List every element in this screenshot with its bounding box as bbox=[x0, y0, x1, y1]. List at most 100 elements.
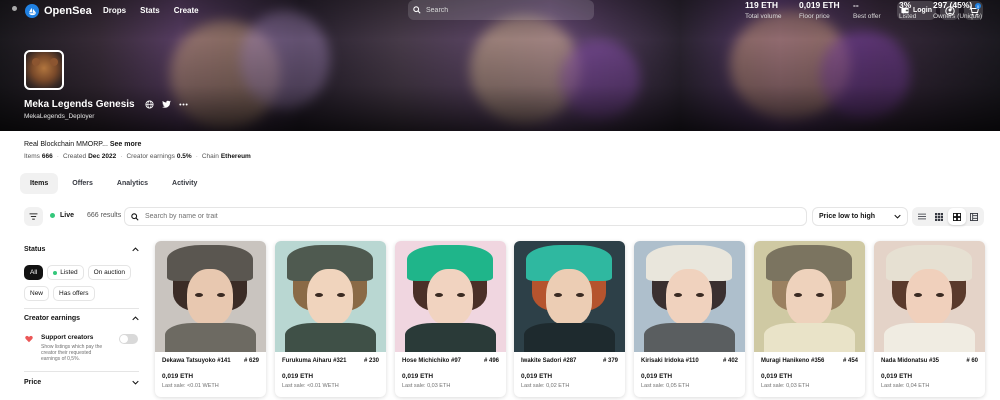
nft-card[interactable]: Nada Midonatsu #35 # 60 0,019 ETH Last sale… bbox=[874, 241, 985, 397]
nav-link-stats[interactable]: Stats bbox=[140, 6, 160, 15]
chevron-down-icon bbox=[132, 380, 139, 385]
creator-name[interactable]: MekaLegends_Deployer bbox=[24, 113, 94, 120]
grid-small-icon bbox=[935, 212, 944, 221]
creator-earnings-section-header[interactable]: Creator earnings bbox=[24, 315, 139, 322]
menu-toggle-icon[interactable] bbox=[12, 6, 17, 11]
status-section-header[interactable]: Status bbox=[24, 246, 139, 253]
status-chip-on-auction[interactable]: On auction bbox=[87, 265, 132, 280]
nav-links: Drops Stats Create bbox=[103, 6, 199, 15]
nft-rank: # 496 bbox=[483, 358, 499, 364]
nft-eye bbox=[936, 293, 944, 297]
nft-body bbox=[644, 323, 735, 352]
collection-tabs: Items Offers Analytics Activity bbox=[20, 173, 207, 194]
nft-card[interactable]: Dekawa Tatsuyoko #141 # 629 0,019 ETH Last … bbox=[155, 241, 266, 397]
view-grid-large-button[interactable] bbox=[948, 208, 966, 225]
global-search[interactable] bbox=[408, 0, 594, 20]
nft-body bbox=[524, 323, 615, 352]
nft-price: 0,019 ETH bbox=[881, 373, 913, 380]
twitter-icon bbox=[161, 100, 171, 108]
support-creators-toggle[interactable] bbox=[119, 334, 138, 344]
nft-card[interactable]: Muragi Hanikeno #356 # 454 0,019 ETH Last s… bbox=[754, 241, 865, 397]
price-title: Price bbox=[24, 379, 42, 386]
more-options-button[interactable] bbox=[178, 99, 188, 109]
nft-eye bbox=[457, 293, 465, 297]
status-chip-listed[interactable]: Listed bbox=[47, 265, 84, 280]
item-search[interactable] bbox=[124, 207, 807, 226]
stat-label: Total volume bbox=[745, 13, 782, 20]
filter-icon bbox=[29, 213, 38, 220]
nft-price: 0,019 ETH bbox=[282, 373, 314, 380]
detail-view-icon bbox=[970, 212, 979, 221]
nft-info: Muragi Hanikeno #356 # 454 0,019 ETH Last s… bbox=[754, 352, 865, 395]
grid-large-icon bbox=[952, 212, 961, 221]
nft-image bbox=[874, 241, 985, 352]
heart-icon bbox=[25, 335, 33, 343]
nft-eye bbox=[794, 293, 802, 297]
nft-eye bbox=[554, 293, 562, 297]
nav-link-create[interactable]: Create bbox=[174, 6, 199, 15]
stat-value: 119 ETH bbox=[745, 0, 779, 10]
stat-label: Best offer bbox=[853, 13, 881, 20]
nft-face bbox=[427, 269, 473, 325]
nft-eye bbox=[674, 293, 682, 297]
price-section-header[interactable]: Price bbox=[24, 379, 139, 386]
search-icon bbox=[131, 212, 139, 221]
meta-created-label: Created bbox=[62, 153, 87, 160]
live-label: Live bbox=[60, 212, 75, 219]
see-more-link[interactable]: See more bbox=[110, 141, 142, 148]
nft-price: 0,019 ETH bbox=[641, 373, 673, 380]
nft-face bbox=[666, 269, 712, 325]
nft-card[interactable]: Kirisaki Iridoka #110 # 402 0,019 ETH Last … bbox=[634, 241, 745, 397]
support-title: Support creators bbox=[41, 334, 94, 341]
tab-items[interactable]: Items bbox=[20, 173, 59, 194]
filter-toggle-button[interactable] bbox=[24, 207, 43, 226]
view-grid-small-button[interactable] bbox=[931, 208, 949, 225]
nav-link-drops[interactable]: Drops bbox=[103, 6, 126, 15]
avatar-ear bbox=[50, 58, 58, 66]
twitter-link[interactable] bbox=[161, 99, 171, 109]
nft-body bbox=[764, 323, 855, 352]
stat-listed: 3% Listed bbox=[899, 0, 916, 20]
live-indicator: Live 666 results bbox=[50, 212, 121, 219]
tab-analytics[interactable]: Analytics bbox=[107, 173, 158, 194]
nft-image bbox=[514, 241, 625, 352]
item-search-input[interactable] bbox=[145, 213, 745, 220]
stat-value: 297 (45%) bbox=[933, 0, 973, 10]
nft-name: Muragi Hanikeno #356 bbox=[761, 358, 825, 364]
tab-offers[interactable]: Offers bbox=[62, 173, 103, 194]
opensea-logo-icon bbox=[25, 4, 39, 18]
nft-eye bbox=[435, 293, 443, 297]
nft-info: Kirisaki Iridoka #110 # 402 0,019 ETH Last … bbox=[634, 352, 745, 395]
nft-title-row: Dekawa Tatsuyoko #141 # 629 bbox=[162, 358, 259, 364]
nft-title-row: Furukuma Aiharu #321 # 230 bbox=[282, 358, 379, 364]
chevron-up-icon bbox=[132, 247, 139, 252]
nft-rank: # 230 bbox=[363, 358, 379, 364]
nft-name: Nada Midonatsu #35 bbox=[881, 358, 940, 364]
website-link[interactable] bbox=[144, 99, 154, 109]
view-list-button[interactable] bbox=[913, 208, 931, 225]
nft-eye bbox=[816, 293, 824, 297]
nft-info: Dekawa Tatsuyoko #141 # 629 0,019 ETH Last … bbox=[155, 352, 266, 395]
stat-owners: 297 (45%) Owners (Unique) bbox=[933, 0, 982, 20]
avatar-ear bbox=[32, 58, 40, 66]
logo-text: OpenSea bbox=[44, 5, 92, 17]
tab-activity[interactable]: Activity bbox=[162, 173, 207, 194]
chip-label: New bbox=[30, 290, 44, 297]
status-chip-new[interactable]: New bbox=[24, 286, 50, 301]
view-detail-button[interactable] bbox=[966, 208, 984, 225]
top-navigation: OpenSea Drops Stats Create Login 0 bbox=[0, 0, 1000, 22]
opensea-logo[interactable]: OpenSea bbox=[25, 4, 92, 18]
meta-created-value: Dec 2022 bbox=[88, 153, 117, 160]
sort-dropdown[interactable]: Price low to high bbox=[812, 207, 908, 226]
global-search-input[interactable] bbox=[426, 6, 576, 14]
meta-items-label: Items bbox=[24, 153, 40, 160]
stat-label: Owners (Unique) bbox=[933, 13, 983, 20]
collection-description: Real Blockchain MMORP... See more bbox=[24, 141, 141, 148]
nft-card[interactable]: Hose Michichiko #97 # 496 0,019 ETH Last sa… bbox=[395, 241, 506, 397]
nft-card[interactable]: Iwakite Sadori #287 # 379 0,019 ETH Last sa… bbox=[514, 241, 625, 397]
nft-title-row: Kirisaki Iridoka #110 # 402 bbox=[641, 358, 738, 364]
nft-card[interactable]: Furukuma Aiharu #321 # 230 0,019 ETH Last s… bbox=[275, 241, 386, 397]
status-chip-has-offers[interactable]: Has offers bbox=[53, 286, 95, 301]
nft-face bbox=[187, 269, 233, 325]
status-chip-all[interactable]: All bbox=[24, 265, 44, 280]
